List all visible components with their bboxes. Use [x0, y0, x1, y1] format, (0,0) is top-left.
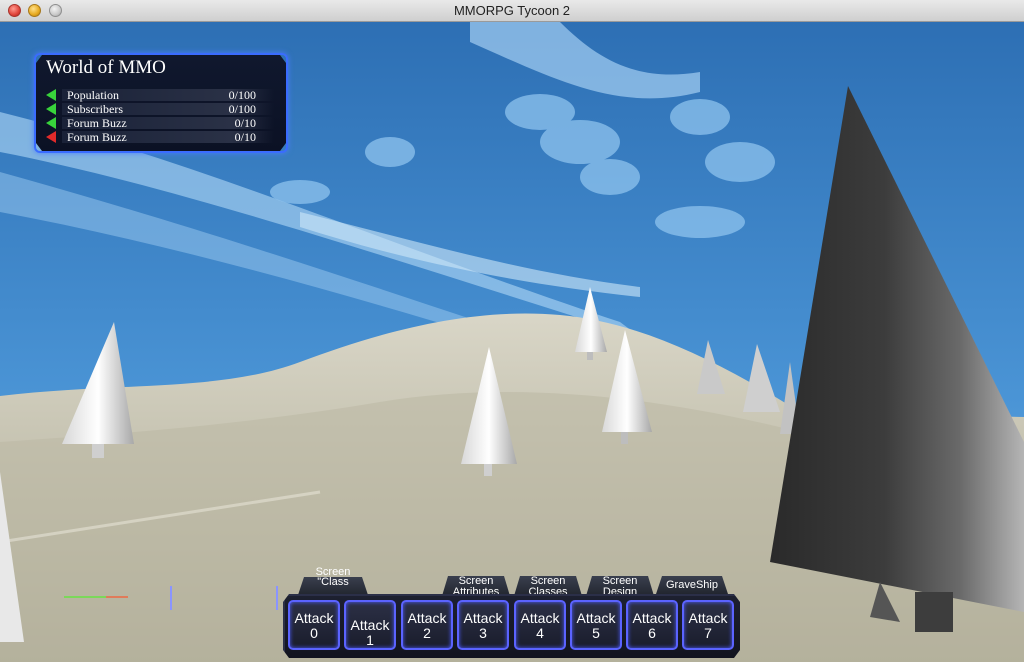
damage-line — [106, 596, 128, 598]
stat-value: 0/10 — [234, 116, 256, 130]
marker-tick — [276, 586, 278, 610]
tab-screen-classes[interactable]: Screen Classes — [514, 576, 582, 596]
stat-row-population: Population 0/100 — [44, 88, 274, 102]
stat-row-forum-buzz: Forum Buzz 0/10 — [44, 116, 274, 130]
action-number: 7 — [704, 625, 712, 641]
stat-value: 0/100 — [228, 88, 256, 102]
marker-tick — [170, 586, 172, 610]
attack-0-button[interactable]: Attack 0 — [288, 600, 340, 650]
world-name: World of MMO — [46, 57, 166, 78]
trend-up-icon — [46, 103, 56, 115]
stat-label: Forum Buzz — [67, 116, 127, 130]
action-number: 6 — [648, 625, 656, 641]
health-line — [64, 596, 106, 598]
world-stats-panel: World of MMO Population 0/100 Subscriber… — [34, 53, 288, 153]
stat-row-forum-buzz-2: Forum Buzz 0/10 — [44, 130, 274, 144]
action-number: 5 — [592, 625, 600, 641]
trend-up-icon — [46, 89, 56, 101]
trend-down-icon — [46, 131, 56, 143]
attack-7-button[interactable]: Attack 7 — [682, 600, 734, 650]
attack-3-button[interactable]: Attack 3 — [457, 600, 509, 650]
action-label: Attack — [576, 610, 616, 626]
tab-class-screen-top: Screen — [315, 566, 351, 578]
action-label: Attack — [294, 610, 334, 626]
stat-value: 0/100 — [228, 102, 256, 116]
stat-label: Subscribers — [67, 102, 123, 116]
attack-4-button[interactable]: Attack 4 — [514, 600, 566, 650]
tab-graveship[interactable]: GraveShip — [656, 576, 728, 594]
action-label: Attack — [632, 610, 672, 626]
tab-label: GraveShip — [666, 579, 718, 591]
action-label: Attack — [463, 610, 503, 626]
action-number: 2 — [423, 625, 431, 641]
action-label: Attack — [407, 610, 447, 626]
tab-label: "Class — [317, 577, 349, 588]
stat-label: Forum Buzz — [67, 130, 127, 144]
action-label: Attack 1 — [350, 617, 390, 648]
attack-1-button[interactable]: Attack 1 — [344, 600, 396, 650]
action-label: Attack — [688, 610, 728, 626]
tab-class-screen[interactable]: "Class — [298, 577, 368, 595]
tab-screen-design[interactable]: Screen Design — [586, 576, 654, 596]
trend-up-icon — [46, 117, 56, 129]
window-title: MMORPG Tycoon 2 — [453, 3, 571, 18]
action-number: 4 — [536, 625, 544, 641]
stat-value: 0/10 — [234, 130, 256, 144]
attack-6-button[interactable]: Attack 6 — [626, 600, 678, 650]
stat-row-subscribers: Subscribers 0/100 — [44, 102, 274, 116]
window-titlebar: MMORPG Tycoon 2 — [0, 0, 1024, 22]
attack-5-button[interactable]: Attack 5 — [570, 600, 622, 650]
action-number: 3 — [479, 625, 487, 641]
stat-label: Population — [67, 88, 120, 102]
attack-2-button[interactable]: Attack 2 — [401, 600, 453, 650]
action-number: 0 — [310, 625, 318, 641]
tab-screen-attributes[interactable]: Screen Attributes — [442, 576, 510, 596]
action-label: Attack — [520, 610, 560, 626]
